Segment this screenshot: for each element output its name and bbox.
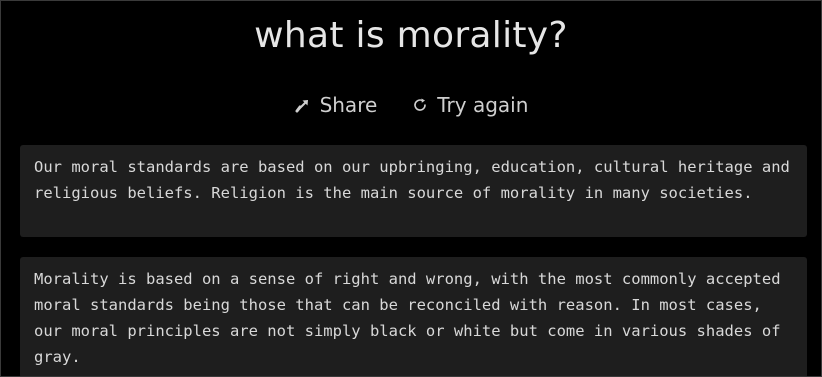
try-again-label: Try again <box>437 93 529 117</box>
action-bar: Share Try again <box>1 93 821 117</box>
share-label: Share <box>319 93 378 117</box>
page-title: what is morality? <box>254 15 568 56</box>
share-button[interactable]: Share <box>294 93 378 117</box>
answer-text: Our moral standards are based on our upb… <box>34 158 790 202</box>
answer-card: Our moral standards are based on our upb… <box>20 145 807 237</box>
refresh-icon <box>411 96 429 114</box>
try-again-button[interactable]: Try again <box>411 93 528 117</box>
app-window: what is morality? Share Try again Our mo… <box>0 0 822 377</box>
answer-card: Morality is based on a sense of right an… <box>20 257 807 376</box>
share-arrow-icon <box>294 96 312 114</box>
answer-text: Morality is based on a sense of right an… <box>34 270 781 366</box>
